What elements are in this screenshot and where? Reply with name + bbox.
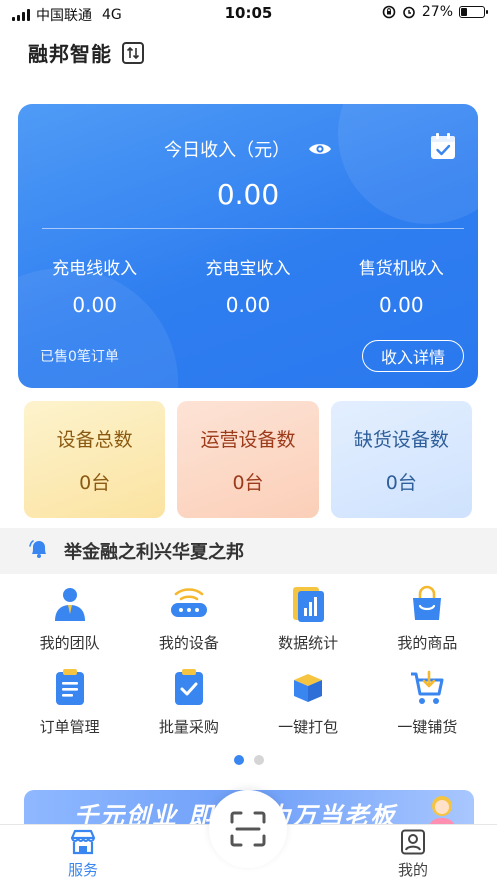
device-total-card[interactable]: 设备总数 0台 — [24, 401, 166, 518]
scan-button[interactable] — [209, 790, 287, 868]
vending-income: 售货机收入 0.00 — [325, 254, 478, 317]
app-title: 融邦智能 — [28, 42, 112, 66]
powerbank-income-label: 充电宝收入 — [205, 259, 291, 279]
clipboard-check-icon — [167, 668, 211, 708]
income-card: 今日收入（元） 0.00 充电线收入 0.00 充电宝收入 0.00 售货机收入… — [18, 104, 478, 388]
income-detail-button[interactable]: 收入详情 — [362, 340, 464, 372]
menu-grid: 我的团队 我的设备 数据统计 我的商品 订单管理 批量采购 一键打包 一键铺货 — [10, 584, 487, 738]
shopping-bag-icon — [405, 584, 449, 624]
cable-income: 充电线收入 0.00 — [18, 254, 171, 317]
device-shortage-card[interactable]: 缺货设备数 0台 — [330, 401, 472, 518]
pager-dot[interactable] — [253, 755, 264, 765]
order-list-icon — [48, 668, 92, 708]
menu-item-label: 订单管理 — [39, 718, 100, 736]
bell-icon — [28, 538, 50, 564]
package-icon — [286, 668, 330, 708]
notice-bar[interactable]: 举金融之利兴华夏之邦 — [0, 528, 497, 574]
menu-item-purchase[interactable]: 批量采购 — [129, 668, 248, 738]
today-income-value: 0.00 — [216, 178, 280, 211]
status-right: 27% — [382, 4, 488, 20]
powerbank-income: 充电宝收入 0.00 — [171, 254, 324, 317]
tab-service-label: 服务 — [67, 861, 98, 879]
vending-income-label: 售货机收入 — [358, 259, 444, 279]
profile-icon — [401, 829, 425, 855]
pager-dots — [0, 755, 497, 765]
statistics-icon — [286, 584, 330, 624]
menu-item-label: 我的商品 — [397, 634, 458, 652]
menu-item-device[interactable]: 我的设备 — [129, 584, 248, 654]
battery-percent: 27% — [421, 4, 453, 20]
menu-item-team[interactable]: 我的团队 — [10, 584, 129, 654]
notice-text: 举金融之利兴华夏之邦 — [64, 542, 244, 563]
menu-item-label: 一键铺货 — [397, 718, 458, 736]
menu-item-goods[interactable]: 我的商品 — [368, 584, 487, 654]
menu-item-label: 批量采购 — [158, 718, 219, 736]
shop-icon — [70, 829, 96, 855]
status-bar: 中国联通 4G 10:05 27% — [0, 0, 497, 26]
tab-mine[interactable]: 我的 — [373, 829, 453, 880]
device-running-card[interactable]: 运营设备数 0台 — [177, 401, 319, 518]
cable-income-value: 0.00 — [72, 293, 117, 317]
calendar-icon[interactable] — [430, 132, 456, 164]
team-icon — [48, 584, 92, 624]
pager-dot-active[interactable] — [233, 755, 244, 765]
today-income-label-text: 今日收入（元） — [164, 140, 291, 161]
menu-item-statistics[interactable]: 数据统计 — [249, 584, 368, 654]
menu-item-pack[interactable]: 一键打包 — [249, 668, 368, 738]
device-shortage-label: 缺货设备数 — [353, 428, 449, 451]
menu-item-label: 我的设备 — [158, 634, 219, 652]
device-total-value: 0台 — [79, 471, 111, 494]
cart-icon — [405, 668, 449, 708]
cable-income-label: 充电线收入 — [52, 259, 138, 279]
income-breakdown: 充电线收入 0.00 充电宝收入 0.00 售货机收入 0.00 — [18, 254, 478, 317]
menu-item-label: 我的团队 — [39, 634, 100, 652]
tab-mine-label: 我的 — [397, 861, 428, 879]
device-running-value: 0台 — [232, 471, 264, 494]
device-shortage-value: 0台 — [385, 471, 417, 494]
vending-income-value: 0.00 — [379, 293, 424, 317]
alarm-icon — [403, 6, 415, 19]
sold-orders-text: 已售0笔订单 — [40, 349, 119, 365]
tab-service[interactable]: 服务 — [43, 829, 123, 880]
powerbank-income-value: 0.00 — [225, 293, 271, 317]
menu-item-orders[interactable]: 订单管理 — [10, 668, 129, 738]
card-divider — [42, 228, 464, 229]
menu-item-label: 数据统计 — [278, 634, 339, 652]
scan-icon — [230, 811, 266, 847]
menu-item-distribute[interactable]: 一键铺货 — [368, 668, 487, 738]
lock-rotation-icon — [382, 5, 396, 19]
device-stats: 设备总数 0台 运营设备数 0台 缺货设备数 0台 — [24, 401, 472, 518]
battery-icon — [459, 6, 488, 18]
device-icon — [167, 584, 211, 624]
app-header: 融邦智能 — [28, 38, 144, 67]
menu-item-label: 一键打包 — [278, 718, 339, 736]
today-income-label: 今日收入（元） — [18, 136, 478, 162]
eye-icon[interactable] — [308, 141, 332, 162]
device-running-label: 运营设备数 — [200, 428, 296, 451]
device-total-label: 设备总数 — [56, 428, 133, 451]
switch-icon[interactable] — [122, 41, 144, 64]
